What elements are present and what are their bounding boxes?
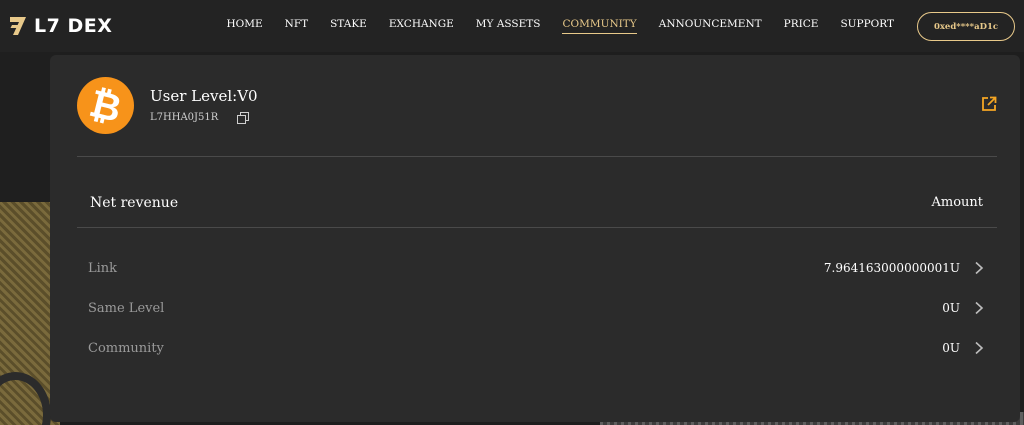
- brand-name: L7 DEX: [34, 15, 113, 37]
- revenue-row-link[interactable]: Link 7.964163000000001U: [88, 256, 984, 280]
- chevron-right-icon: [975, 341, 984, 355]
- bitcoin-icon: ₿: [85, 80, 126, 131]
- row-value: 7.964163000000001U: [823, 261, 960, 275]
- nav-home[interactable]: HOME: [226, 18, 262, 34]
- nav-nft[interactable]: NFT: [285, 18, 308, 34]
- net-revenue-header: Net revenue: [90, 195, 179, 211]
- top-navbar: L7 DEX HOME NFT STAKE EXCHANGE MY ASSETS…: [0, 0, 1024, 52]
- nav-price[interactable]: PRICE: [784, 18, 819, 34]
- nav-stake[interactable]: STAKE: [330, 18, 367, 34]
- nav-my-assets[interactable]: MY ASSETS: [476, 18, 541, 34]
- row-value: 0U: [942, 341, 960, 355]
- nav-support[interactable]: SUPPORT: [840, 18, 894, 34]
- user-id: L7HHA0J51R: [150, 112, 219, 123]
- user-level: User Level:V0: [150, 87, 258, 105]
- row-value: 0U: [942, 301, 960, 315]
- nav-community[interactable]: COMMUNITY: [562, 18, 637, 34]
- divider: [77, 227, 997, 228]
- row-label: Same Level: [88, 300, 165, 316]
- revenue-row-same-level[interactable]: Same Level 0U: [88, 296, 984, 320]
- divider: [77, 156, 997, 157]
- user-profile: ₿ User Level:V0 L7HHA0J51R: [77, 77, 997, 137]
- external-link-icon[interactable]: [981, 96, 997, 112]
- l7-logo-icon: [10, 17, 26, 35]
- avatar: ₿: [77, 77, 134, 134]
- wallet-address-button[interactable]: 0xed****aD1c: [917, 12, 1015, 41]
- nav-announcement[interactable]: ANNOUNCEMENT: [659, 18, 762, 34]
- chevron-right-icon: [975, 261, 984, 275]
- copy-icon[interactable]: [237, 112, 249, 124]
- row-label: Community: [88, 340, 164, 356]
- row-label: Link: [88, 260, 118, 276]
- chevron-right-icon: [975, 301, 984, 315]
- main-nav: HOME NFT STAKE EXCHANGE MY ASSETS COMMUN…: [204, 0, 894, 52]
- amount-header: Amount: [931, 195, 983, 210]
- brand[interactable]: L7 DEX: [9, 15, 112, 37]
- community-panel: ₿ User Level:V0 L7HHA0J51R Net revenue A…: [50, 55, 1020, 422]
- revenue-row-community[interactable]: Community 0U: [88, 336, 984, 360]
- nav-exchange[interactable]: EXCHANGE: [389, 18, 454, 34]
